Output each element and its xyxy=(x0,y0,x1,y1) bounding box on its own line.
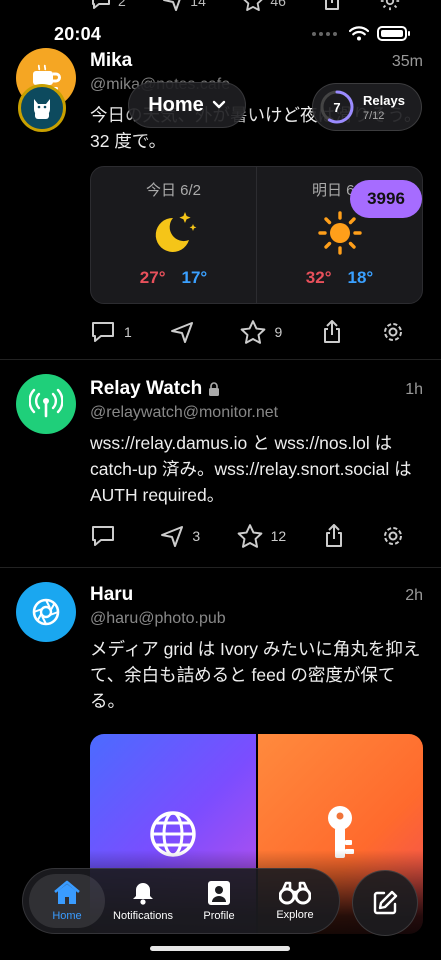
reply-icon xyxy=(92,322,114,342)
low-temp: 17° xyxy=(181,268,208,287)
author-handle: @relaywatch@monitor.net xyxy=(90,404,279,421)
lock-icon xyxy=(209,382,220,396)
cat-icon xyxy=(34,99,50,119)
relays-label: Relays xyxy=(363,92,405,108)
post-time: 35m xyxy=(391,53,423,70)
reply-count: 1 xyxy=(124,324,132,340)
account-switcher-avatar[interactable] xyxy=(18,84,66,132)
author-name[interactable]: Relay Watch xyxy=(90,378,220,400)
reply-button[interactable]: 1 xyxy=(90,320,132,344)
like-count: 9 xyxy=(274,324,283,340)
post-content: メディア grid は Ivory みたいに角丸を抑えて、余白も詰めると fee… xyxy=(90,639,421,711)
relay-count: 7 xyxy=(333,99,341,115)
low-temp: 18° xyxy=(347,268,374,287)
repost-button[interactable] xyxy=(170,320,202,344)
binoculars-icon xyxy=(279,881,311,905)
repost-count: 3 xyxy=(192,528,201,544)
tab-home[interactable]: Home xyxy=(29,874,105,928)
battery-icon xyxy=(377,26,410,41)
sun-icon xyxy=(317,211,362,255)
like-button[interactable]: 9 xyxy=(240,320,282,344)
house-icon xyxy=(54,880,80,904)
send-icon xyxy=(161,526,184,547)
share-icon xyxy=(325,524,342,547)
share-button[interactable] xyxy=(323,524,345,548)
signal-dots-icon xyxy=(312,31,337,36)
compose-button[interactable] xyxy=(352,870,418,936)
post-item[interactable]: Relay Watch 1h @relaywatch@monitor.net w… xyxy=(0,362,441,568)
feed-selector[interactable]: Home xyxy=(128,82,246,128)
reply-icon xyxy=(92,526,114,546)
post-time: 1h xyxy=(405,381,423,398)
high-temp: 32° xyxy=(305,268,332,287)
tab-label: Profile xyxy=(203,910,235,922)
aperture-icon xyxy=(32,598,60,626)
avatar[interactable] xyxy=(16,582,76,642)
gear-icon xyxy=(384,527,402,545)
status-icons xyxy=(312,26,410,41)
post-body: Relay Watch 1h @relaywatch@monitor.net w… xyxy=(90,378,423,550)
like-count: 12 xyxy=(270,528,287,544)
like-button[interactable]: 12 xyxy=(237,524,287,548)
author-handle: @haru@photo.pub xyxy=(90,610,226,627)
wifi-icon xyxy=(349,26,369,41)
author-name[interactable]: Haru xyxy=(90,584,133,606)
tab-label: Home xyxy=(52,910,82,922)
star-icon xyxy=(241,320,266,344)
share-button[interactable] xyxy=(321,320,343,344)
unread-count-badge[interactable]: 3996 xyxy=(350,180,422,218)
weather-today: 今日 6/2 27° 17° xyxy=(91,167,256,303)
author-name[interactable]: Mika xyxy=(90,50,132,72)
relay-progress-ring: 7 xyxy=(319,89,355,125)
antenna-icon xyxy=(29,388,63,418)
app-screen: 2 14 46 20:04 Mika 35m 今日の天気、外が暑いけど夜は滑りそ… xyxy=(0,0,441,960)
feed-title: Home xyxy=(148,93,204,116)
settings-button[interactable] xyxy=(381,524,405,548)
weather-day-label: 今日 6/2 xyxy=(145,182,202,199)
reply-button[interactable] xyxy=(90,524,124,548)
gear-icon xyxy=(383,323,402,341)
tab-explore[interactable]: Explore xyxy=(257,874,333,928)
tab-bar: Home Notifications Profile Explore xyxy=(22,868,340,934)
post-actions: 3 12 xyxy=(90,522,423,550)
send-icon xyxy=(171,322,194,343)
star-icon xyxy=(237,524,262,548)
author-name-text: Relay Watch xyxy=(90,378,203,399)
tab-profile[interactable]: Profile xyxy=(181,874,257,928)
settings-button[interactable] xyxy=(381,320,405,344)
high-temp: 27° xyxy=(139,268,166,287)
tab-label: Explore xyxy=(276,909,314,921)
avatar[interactable] xyxy=(16,374,76,434)
share-icon xyxy=(323,320,340,343)
moon-stars-icon xyxy=(155,212,196,252)
relays-ratio: 7/12 xyxy=(363,109,385,122)
tab-label: Notifications xyxy=(113,910,173,922)
status-bar: 20:04 xyxy=(0,0,441,48)
compose-icon xyxy=(373,890,398,915)
home-indicator xyxy=(150,946,290,951)
chevron-down-icon xyxy=(212,100,225,109)
post-actions: 1 9 xyxy=(90,318,423,346)
post-content: wss://relay.damus.io と wss://nos.lol は c… xyxy=(90,433,412,505)
repost-button[interactable]: 3 xyxy=(160,524,200,548)
status-time: 20:04 xyxy=(54,24,102,44)
relays-status-button[interactable]: 7 Relays 7/12 xyxy=(312,83,422,131)
tab-notifications[interactable]: Notifications xyxy=(105,874,181,928)
bell-icon xyxy=(133,883,153,905)
person-card-icon xyxy=(208,881,230,905)
post-time: 2h xyxy=(405,587,423,604)
